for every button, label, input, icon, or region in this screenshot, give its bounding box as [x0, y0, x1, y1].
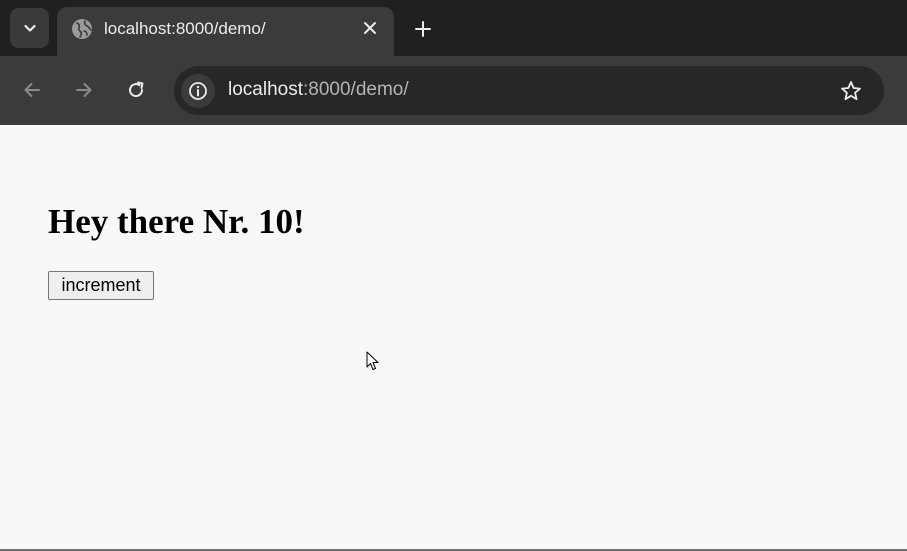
new-tab-button[interactable] — [408, 14, 438, 44]
info-icon — [189, 82, 207, 100]
arrow-left-icon — [24, 83, 40, 97]
reload-icon — [129, 81, 144, 98]
browser-toolbar: localhost:8000/demo/ — [0, 56, 907, 125]
bookmark-button[interactable] — [838, 78, 864, 104]
tab-title: localhost:8000/demo/ — [104, 19, 266, 38]
page-heading: Hey there Nr. 10! — [48, 202, 305, 241]
star-icon — [841, 81, 861, 101]
address-bar[interactable]: localhost:8000/demo/ — [174, 66, 884, 115]
tab-strip: localhost:8000/demo/ — [0, 0, 907, 56]
reload-button[interactable] — [120, 74, 152, 106]
globe-icon — [72, 19, 92, 39]
chevron-down-icon — [23, 24, 36, 32]
increment-button[interactable]: increment — [48, 271, 154, 300]
arrow-right-icon — [76, 83, 92, 97]
browser-window: localhost:8000/demo/ localhost:8000/demo… — [0, 0, 907, 551]
url-text[interactable]: localhost:8000/demo/ — [228, 79, 409, 101]
forward-button[interactable] — [68, 74, 100, 106]
url-path: :8000/demo/ — [303, 79, 409, 100]
plus-icon — [415, 21, 431, 37]
tab-close-button[interactable] — [358, 16, 382, 40]
page-content: Hey there Nr. 10! increment — [0, 125, 907, 549]
close-icon — [364, 22, 376, 34]
tab-search-button[interactable] — [10, 8, 49, 48]
back-button[interactable] — [16, 74, 48, 106]
url-host: localhost — [228, 79, 303, 100]
site-info-button[interactable] — [181, 74, 215, 108]
tab-active[interactable]: localhost:8000/demo/ — [57, 7, 394, 56]
mouse-cursor-icon — [366, 351, 379, 370]
